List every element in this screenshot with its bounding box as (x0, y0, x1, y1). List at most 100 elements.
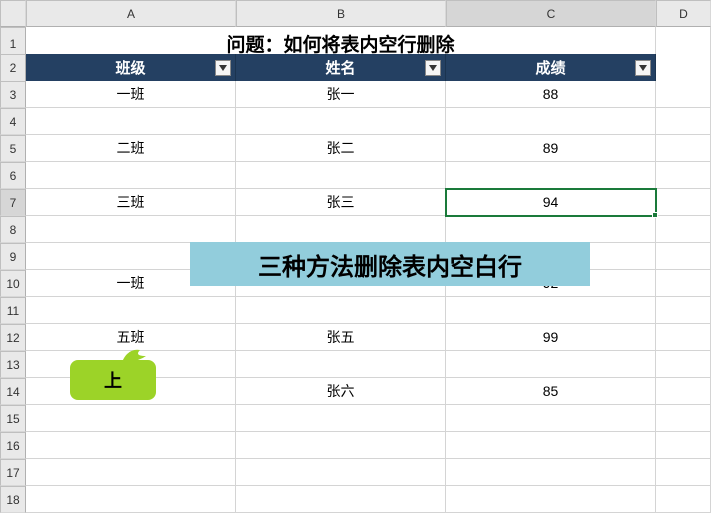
cell-A5[interactable]: 二班 (26, 135, 236, 162)
row-header-10[interactable]: 10 (0, 270, 26, 297)
cell-D17[interactable] (656, 459, 711, 486)
cell-value: 一班 (117, 273, 145, 293)
header-class-text: 班级 (115, 57, 145, 78)
cell-value: 85 (543, 383, 559, 399)
filter-dropdown-icon[interactable] (635, 60, 651, 76)
cell-D6[interactable] (656, 162, 711, 189)
cell-D7[interactable] (656, 189, 711, 216)
cell-C11[interactable] (446, 297, 656, 324)
cell-D11[interactable] (656, 297, 711, 324)
cell-C7[interactable]: 94 (446, 189, 656, 216)
header-name[interactable]: 姓名 (236, 54, 446, 82)
column-header-C[interactable]: C (446, 0, 656, 27)
callout-shape: 上 (70, 360, 156, 400)
cell-B6[interactable] (236, 162, 446, 189)
row-header-17[interactable]: 17 (0, 459, 26, 486)
cell-A16[interactable] (26, 432, 236, 459)
row-header-6[interactable]: 6 (0, 162, 26, 189)
row-header-11[interactable]: 11 (0, 297, 26, 324)
title-text: 问题：如何将表内空行删除 (226, 30, 454, 57)
cell-D14[interactable] (656, 378, 711, 405)
row-header-15[interactable]: 15 (0, 405, 26, 432)
column-header-A[interactable]: A (26, 0, 236, 27)
cell-A4[interactable] (26, 108, 236, 135)
row-header-9[interactable]: 9 (0, 243, 26, 270)
row-header-3[interactable]: 3 (0, 81, 26, 108)
annotation-text: 三种方法删除表内空白行 (258, 247, 522, 282)
row-header-14[interactable]: 14 (0, 378, 26, 405)
cell-D12[interactable] (656, 324, 711, 351)
cell-value: 二班 (117, 138, 145, 158)
cell-value: 三班 (117, 192, 145, 212)
cell-B12[interactable]: 张五 (236, 324, 446, 351)
cell-A3[interactable]: 一班 (26, 81, 236, 108)
cell-D9[interactable] (656, 243, 711, 270)
annotation-banner: 三种方法删除表内空白行 (190, 242, 590, 286)
header-score-text: 成绩 (535, 57, 565, 78)
row-header-2[interactable]: 2 (0, 54, 26, 82)
cell-value: 张一 (327, 84, 355, 104)
row-header-8[interactable]: 8 (0, 216, 26, 243)
row-header-7[interactable]: 7 (0, 189, 26, 216)
cell-B13[interactable] (236, 351, 446, 378)
cell-D5[interactable] (656, 135, 711, 162)
cell-D13[interactable] (656, 351, 711, 378)
row-header-12[interactable]: 12 (0, 324, 26, 351)
filter-dropdown-icon[interactable] (215, 60, 231, 76)
cell-D8[interactable] (656, 216, 711, 243)
cell-value: 五班 (117, 327, 145, 347)
cell-value: 张二 (327, 138, 355, 158)
cell-B15[interactable] (236, 405, 446, 432)
cell-D15[interactable] (656, 405, 711, 432)
cell-A8[interactable] (26, 216, 236, 243)
callout-body: 上 (70, 360, 156, 400)
cell-C6[interactable] (446, 162, 656, 189)
cell-C4[interactable] (446, 108, 656, 135)
cell-A7[interactable]: 三班 (26, 189, 236, 216)
cell-C14[interactable]: 85 (446, 378, 656, 405)
cell-B8[interactable] (236, 216, 446, 243)
cell-value: 张五 (327, 327, 355, 347)
cell-D2[interactable] (656, 54, 711, 82)
cell-A6[interactable] (26, 162, 236, 189)
header-score[interactable]: 成绩 (446, 54, 656, 82)
cell-D10[interactable] (656, 270, 711, 297)
cell-B4[interactable] (236, 108, 446, 135)
cell-D4[interactable] (656, 108, 711, 135)
cell-C17[interactable] (446, 459, 656, 486)
cell-B3[interactable]: 张一 (236, 81, 446, 108)
cell-B11[interactable] (236, 297, 446, 324)
cell-D16[interactable] (656, 432, 711, 459)
cell-C16[interactable] (446, 432, 656, 459)
corner-cell[interactable] (0, 0, 26, 27)
cell-A11[interactable] (26, 297, 236, 324)
column-header-B[interactable]: B (236, 0, 446, 27)
header-class[interactable]: 班级 (26, 54, 236, 82)
row-header-13[interactable]: 13 (0, 351, 26, 378)
cell-A15[interactable] (26, 405, 236, 432)
cell-B7[interactable]: 张三 (236, 189, 446, 216)
cell-D3[interactable] (656, 81, 711, 108)
row-header-5[interactable]: 5 (0, 135, 26, 162)
cell-B14[interactable]: 张六 (236, 378, 446, 405)
cell-B17[interactable] (236, 459, 446, 486)
fill-handle[interactable] (652, 212, 658, 218)
cell-value: 99 (543, 329, 559, 345)
cell-value: 张三 (327, 192, 355, 212)
cell-C13[interactable] (446, 351, 656, 378)
cell-A17[interactable] (26, 459, 236, 486)
cell-C8[interactable] (446, 216, 656, 243)
cell-C15[interactable] (446, 405, 656, 432)
row-header-16[interactable]: 16 (0, 432, 26, 459)
header-name-text: 姓名 (325, 57, 355, 78)
cell-B16[interactable] (236, 432, 446, 459)
cell-value: 一班 (117, 84, 145, 104)
cell-C3[interactable]: 88 (446, 81, 656, 108)
cell-C12[interactable]: 99 (446, 324, 656, 351)
row-header-4[interactable]: 4 (0, 108, 26, 135)
filter-dropdown-icon[interactable] (425, 60, 441, 76)
column-header-D[interactable]: D (656, 0, 711, 27)
cell-B5[interactable]: 张二 (236, 135, 446, 162)
cell-value: 张六 (327, 381, 355, 401)
cell-C5[interactable]: 89 (446, 135, 656, 162)
